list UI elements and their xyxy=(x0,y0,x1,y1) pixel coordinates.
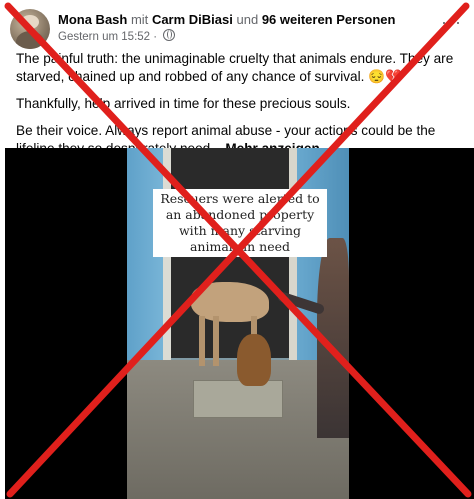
post-paragraph-1: The painful truth: the unimaginable crue… xyxy=(16,51,454,84)
dog-leg xyxy=(199,316,205,366)
and-word: und xyxy=(236,12,259,27)
tagged-person[interactable]: Carm DiBiasi xyxy=(152,12,233,27)
post-meta: Gestern um 15:52 · xyxy=(58,29,176,45)
more-options-icon[interactable]: ··· xyxy=(441,13,462,31)
others-link[interactable]: 96 weiteren Personen xyxy=(262,12,396,27)
concrete-step xyxy=(193,380,283,418)
post-video[interactable]: Rescuers were alerted to an abandoned pr… xyxy=(5,148,474,499)
facebook-post: Mona Bash mit Carm DiBiasi und 96 weiter… xyxy=(0,0,474,499)
dog-leg xyxy=(213,316,219,366)
meta-separator: · xyxy=(153,31,158,43)
post-header: Mona Bash mit Carm DiBiasi und 96 weiter… xyxy=(10,9,464,49)
post-paragraph-2: Thankfully, help arrived in time for the… xyxy=(16,96,351,111)
video-frame: Rescuers were alerted to an abandoned pr… xyxy=(127,148,349,499)
author-avatar[interactable] xyxy=(10,9,50,49)
globe-icon xyxy=(163,29,176,41)
video-caption: Rescuers were alerted to an abandoned pr… xyxy=(153,189,327,257)
author-name[interactable]: Mona Bash xyxy=(58,12,127,27)
post-author-line: Mona Bash mit Carm DiBiasi und 96 weiter… xyxy=(58,11,395,28)
brown-dog xyxy=(237,334,271,386)
post-timestamp[interactable]: Gestern um 15:52 xyxy=(58,31,150,43)
with-word: mit xyxy=(130,12,149,27)
rescuer-person xyxy=(317,238,349,438)
